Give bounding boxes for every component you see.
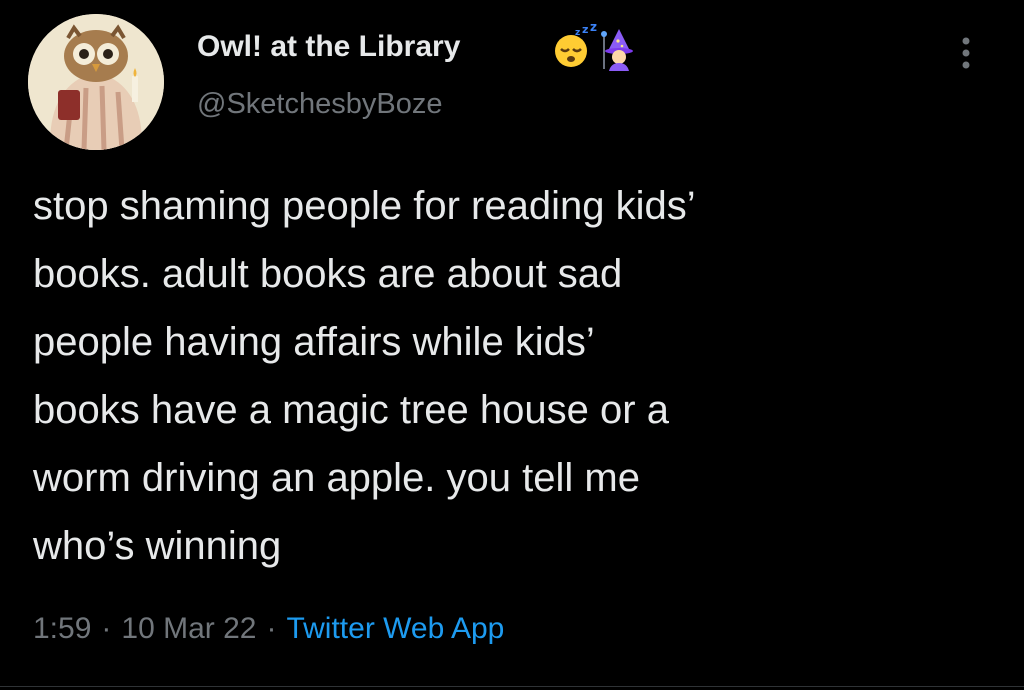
user-handle[interactable]: @SketchesbyBoze (197, 88, 442, 121)
svg-text:z: z (575, 28, 580, 38)
tweet-time[interactable]: 1:59 (33, 612, 91, 645)
sleeping-face-emoji-icon: z z z (551, 20, 599, 76)
tweet-text: stop shaming people for reading kids’ bo… (33, 184, 696, 568)
name-emojis: z z z (551, 20, 639, 76)
meta-separator: · (266, 612, 277, 645)
more-options-button[interactable] (944, 28, 988, 78)
meta-separator: · (101, 612, 112, 645)
tweet-date[interactable]: 10 Mar 22 (121, 612, 256, 645)
avatar[interactable] (28, 14, 164, 150)
display-name[interactable]: Owl! at the Library (197, 30, 460, 64)
owl-avatar-icon (28, 14, 164, 150)
svg-text:z: z (590, 23, 597, 34)
svg-text:z: z (582, 23, 588, 36)
mage-emoji-icon (599, 23, 639, 76)
tweet-metadata: 1:59 · 10 Mar 22 · Twitter Web App (33, 612, 504, 646)
more-options-icon (962, 37, 970, 69)
tweet-card: Owl! at the Library z z z @SketchesbyBoz… (0, 0, 1024, 690)
tweet-source-link[interactable]: Twitter Web App (286, 612, 504, 645)
divider (0, 686, 1024, 687)
